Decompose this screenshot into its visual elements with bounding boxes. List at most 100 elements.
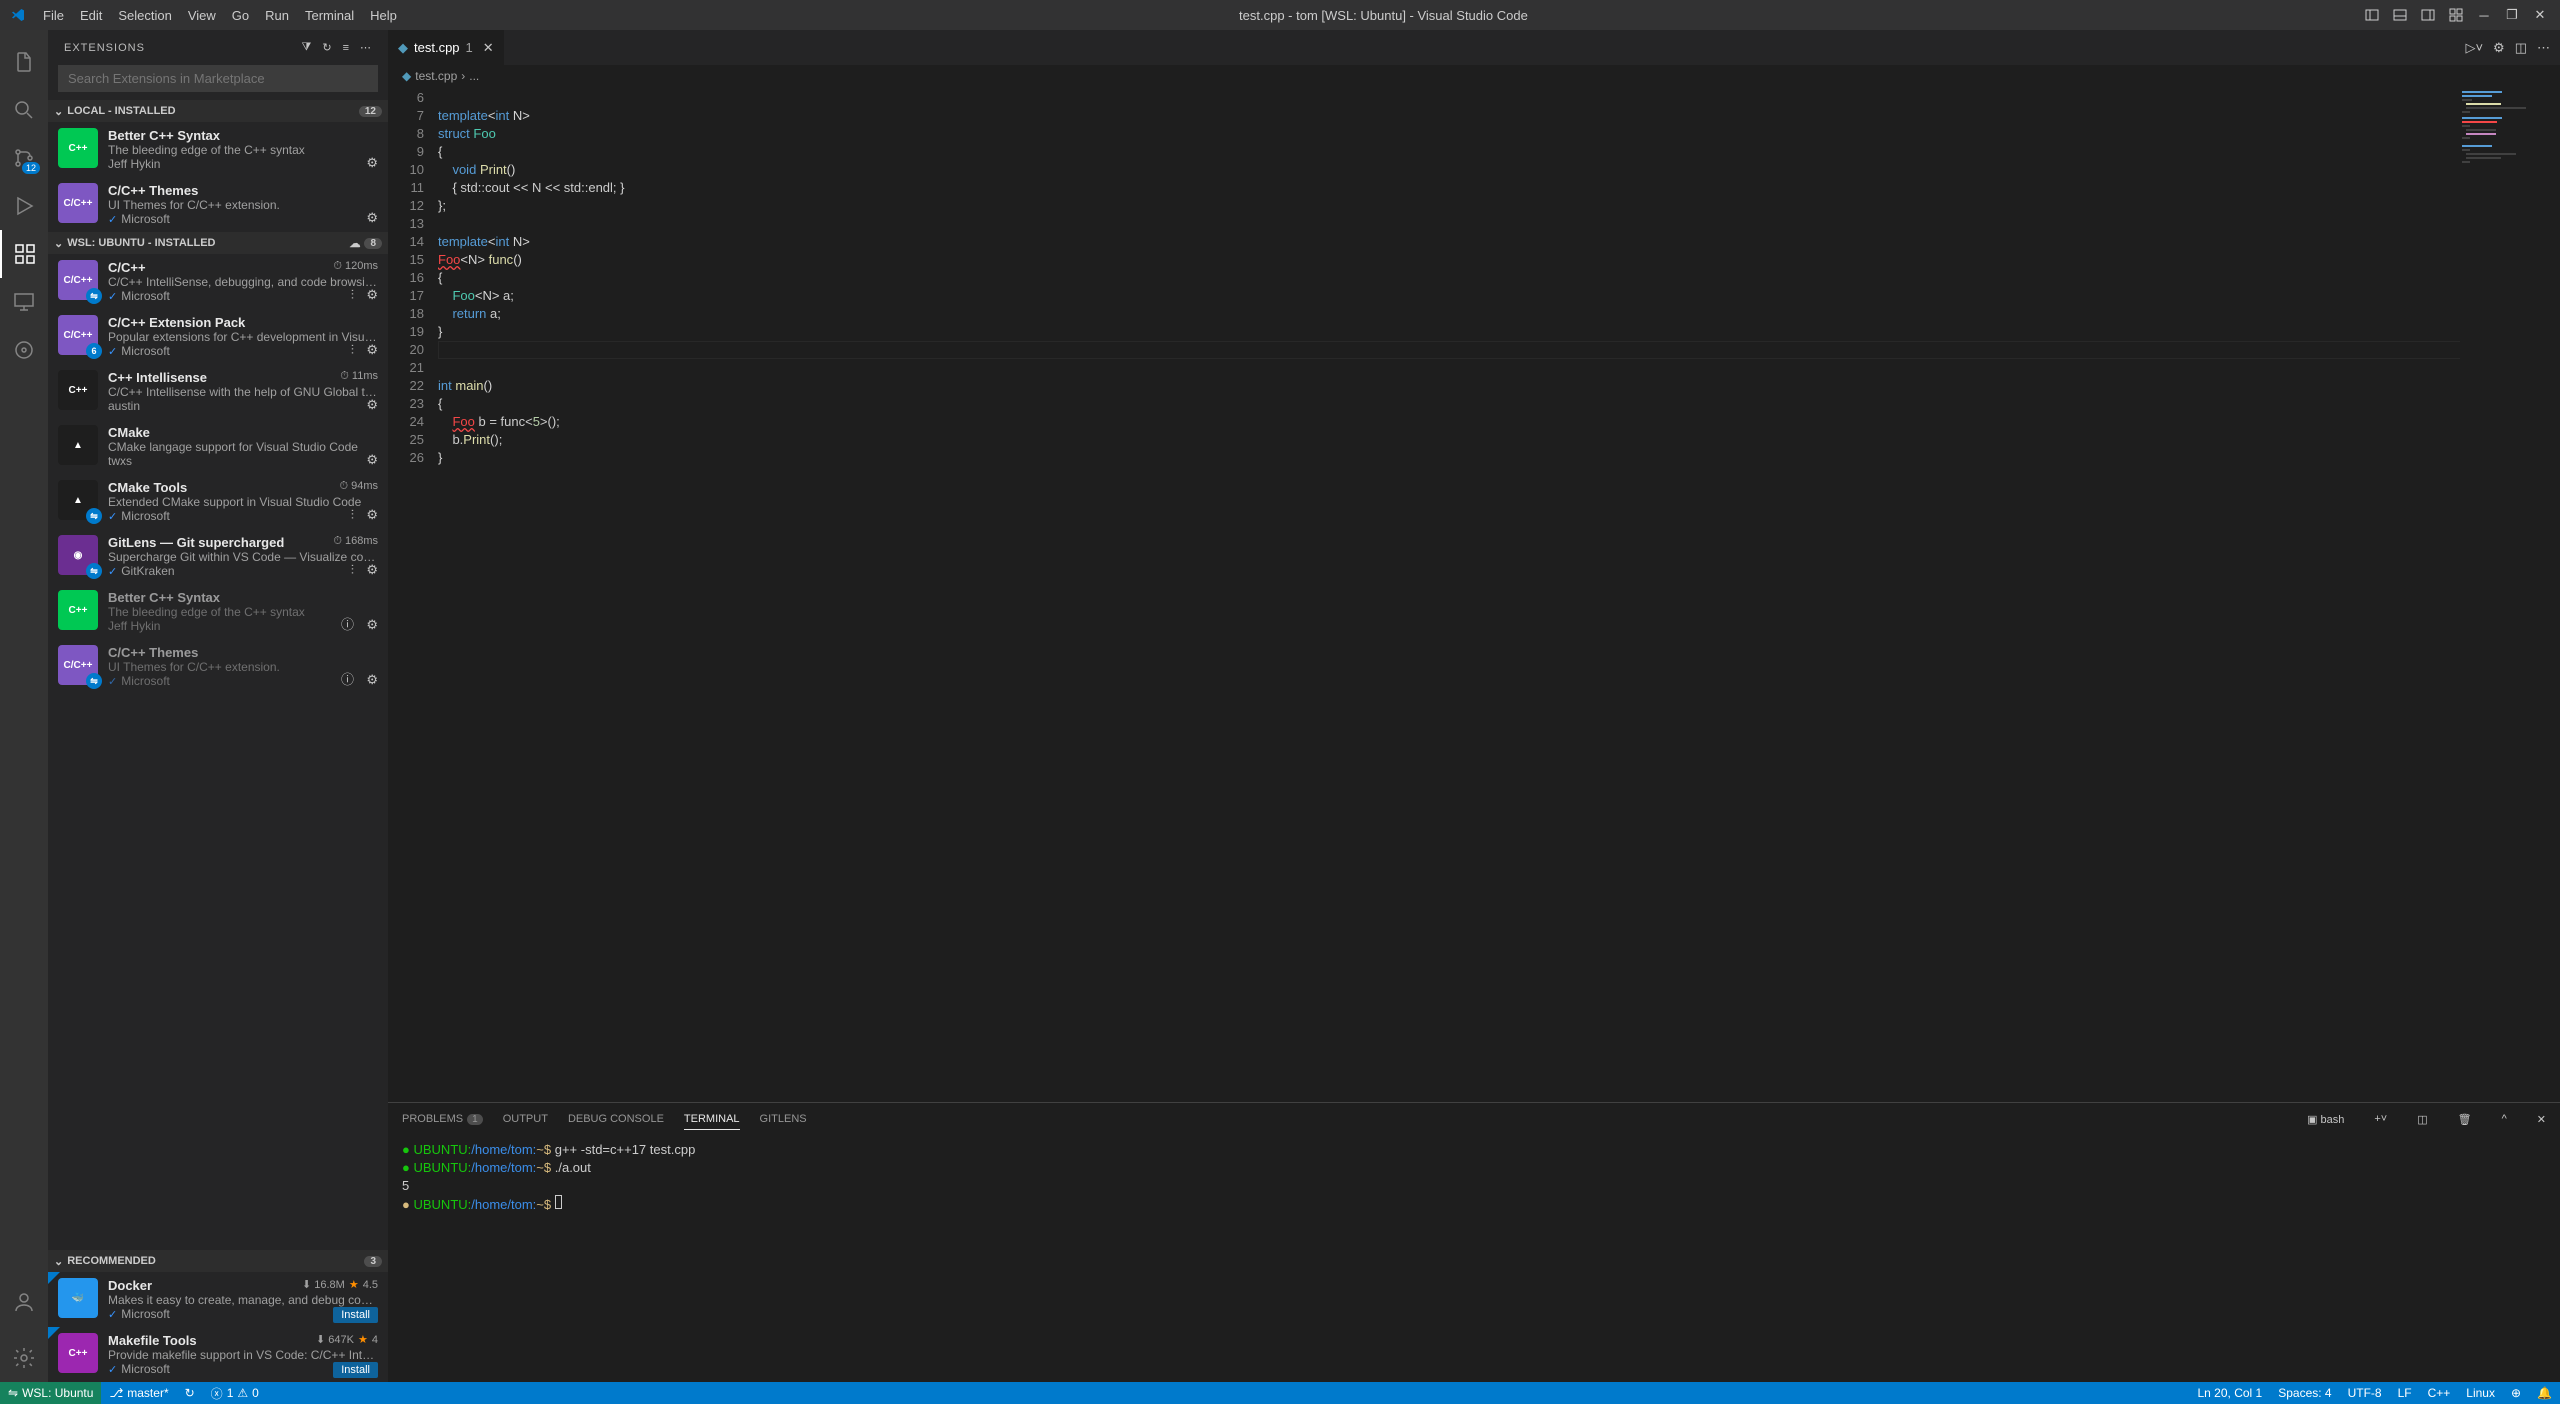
section-local-installed[interactable]: ⌄ LOCAL - INSTALLED 12 bbox=[48, 100, 388, 122]
notifications-icon[interactable]: 🔔 bbox=[2529, 1382, 2560, 1404]
maximize-icon[interactable]: ❐ bbox=[2502, 5, 2522, 25]
code-editor[interactable]: 67891011121314151617181920212223242526 t… bbox=[388, 87, 2560, 1102]
extension-item[interactable]: C++ Makefile Tools Provide makefile supp… bbox=[48, 1327, 388, 1382]
eol[interactable]: LF bbox=[2390, 1382, 2420, 1404]
manage-gear-icon[interactable]: ⚙ bbox=[366, 617, 378, 633]
panel-tab-gitlens[interactable]: GITLENS bbox=[760, 1113, 807, 1125]
split-editor-icon[interactable]: ◫ bbox=[2515, 40, 2527, 56]
menu-help[interactable]: Help bbox=[362, 8, 405, 23]
install-button[interactable]: Install bbox=[333, 1307, 378, 1323]
split-terminal-icon[interactable]: ◫ bbox=[2417, 1113, 2427, 1126]
filter-icon[interactable]: ⧩ bbox=[302, 41, 313, 54]
minimize-icon[interactable]: ─ bbox=[2474, 5, 2494, 25]
manage-gear-icon[interactable]: ⚙ bbox=[366, 210, 378, 226]
remote-install-icon[interactable]: ⫶ bbox=[351, 342, 354, 358]
explorer-icon[interactable] bbox=[0, 38, 48, 86]
extension-item[interactable]: C++ Better C++ Syntax The bleeding edge … bbox=[48, 584, 388, 639]
tab-test-cpp[interactable]: ◆ test.cpp 1 ✕ bbox=[388, 30, 505, 65]
menu-terminal[interactable]: Terminal bbox=[297, 8, 362, 23]
extension-item[interactable]: 🐳 Docker Makes it easy to create, manage… bbox=[48, 1272, 388, 1327]
minimap[interactable] bbox=[2460, 87, 2560, 1102]
extension-item[interactable]: C++ Better C++ Syntax The bleeding edge … bbox=[48, 122, 388, 177]
gitlens-icon[interactable] bbox=[0, 326, 48, 374]
manage-gear-icon[interactable]: ⚙ bbox=[366, 342, 378, 358]
language-mode[interactable]: C++ bbox=[2420, 1382, 2459, 1404]
toggle-panel-icon[interactable] bbox=[2390, 5, 2410, 25]
extension-item[interactable]: ▲⇋ CMake Tools Extended CMake support in… bbox=[48, 474, 388, 529]
new-terminal-icon[interactable]: +˅ bbox=[2374, 1113, 2387, 1125]
encoding[interactable]: UTF-8 bbox=[2340, 1382, 2390, 1404]
tab-close-icon[interactable]: ✕ bbox=[483, 40, 494, 56]
terminal-content[interactable]: ● UBUNTU:/home/tom:~$ g++ -std=c++17 tes… bbox=[388, 1135, 2560, 1382]
remote-explorer-icon[interactable] bbox=[0, 278, 48, 326]
manage-gear-icon[interactable]: ⚙ bbox=[366, 287, 378, 303]
breadcrumb[interactable]: ◆ test.cpp › ... bbox=[388, 65, 2560, 87]
editor-more-icon[interactable]: ⋯ bbox=[2537, 40, 2550, 56]
remote-indicator[interactable]: ⇋WSL: Ubuntu bbox=[0, 1382, 101, 1404]
breadcrumb-item[interactable]: test.cpp bbox=[415, 69, 457, 83]
manage-gear-icon[interactable]: ⚙ bbox=[366, 672, 378, 688]
settings-gear-icon[interactable] bbox=[0, 1334, 48, 1382]
menu-selection[interactable]: Selection bbox=[110, 8, 179, 23]
section-recommended[interactable]: ⌄ RECOMMENDED 3 bbox=[48, 1250, 388, 1272]
maximize-panel-icon[interactable]: ^ bbox=[2502, 1113, 2507, 1125]
code-content[interactable]: template<int N>struct Foo{ void Print() … bbox=[438, 87, 2460, 1102]
indentation[interactable]: Spaces: 4 bbox=[2270, 1382, 2339, 1404]
close-panel-icon[interactable]: ✕ bbox=[2537, 1113, 2546, 1126]
manage-gear-icon[interactable]: ⚙ bbox=[366, 155, 378, 171]
menu-view[interactable]: View bbox=[180, 8, 224, 23]
remote-install-icon[interactable]: ⫶ bbox=[351, 287, 354, 303]
extension-publisher: ✓GitKraken bbox=[108, 564, 378, 578]
feedback-icon[interactable]: ⊕ bbox=[2503, 1382, 2529, 1404]
extension-item[interactable]: C/C++ C/C++ Themes UI Themes for C/C++ e… bbox=[48, 177, 388, 232]
panel-tab-problems[interactable]: PROBLEMS1 bbox=[402, 1113, 483, 1125]
clear-icon[interactable]: ≡ bbox=[343, 42, 350, 54]
info-icon[interactable]: ⓘ bbox=[341, 669, 354, 688]
extension-item[interactable]: C/C++⇋ C/C++ C/C++ IntelliSense, debuggi… bbox=[48, 254, 388, 309]
menu-file[interactable]: File bbox=[35, 8, 72, 23]
extension-item[interactable]: C/C++⇋ C/C++ Themes UI Themes for C/C++ … bbox=[48, 639, 388, 694]
run-button-icon[interactable]: ▷˅ bbox=[2465, 40, 2483, 56]
extension-item[interactable]: ▲ CMake CMake langage support for Visual… bbox=[48, 419, 388, 474]
section-wsl-installed[interactable]: ⌄ WSL: UBUNTU - INSTALLED ☁ 8 bbox=[48, 232, 388, 254]
install-button[interactable]: Install bbox=[333, 1362, 378, 1378]
panel-tab-debug-console[interactable]: DEBUG CONSOLE bbox=[568, 1113, 664, 1125]
info-icon[interactable]: ⓘ bbox=[341, 614, 354, 633]
os-indicator[interactable]: Linux bbox=[2458, 1382, 2503, 1404]
accounts-icon[interactable] bbox=[0, 1278, 48, 1326]
remote-install-icon[interactable]: ⫶ bbox=[351, 562, 354, 578]
manage-gear-icon[interactable]: ⚙ bbox=[366, 452, 378, 468]
extension-item[interactable]: C/C++6 C/C++ Extension Pack Popular exte… bbox=[48, 309, 388, 364]
cloud-download-icon[interactable]: ☁ bbox=[349, 237, 360, 250]
cursor-position[interactable]: Ln 20, Col 1 bbox=[2190, 1382, 2271, 1404]
menu-go[interactable]: Go bbox=[224, 8, 257, 23]
search-icon[interactable] bbox=[0, 86, 48, 134]
manage-gear-icon[interactable]: ⚙ bbox=[366, 507, 378, 523]
extensions-icon[interactable] bbox=[0, 230, 48, 278]
panel-tab-output[interactable]: OUTPUT bbox=[503, 1113, 548, 1125]
terminal-shell-icon[interactable]: ▣ bash bbox=[2307, 1113, 2344, 1126]
git-branch[interactable]: ⎇master* bbox=[101, 1382, 176, 1404]
customize-layout-icon[interactable] bbox=[2446, 5, 2466, 25]
manage-gear-icon[interactable]: ⚙ bbox=[366, 562, 378, 578]
extensions-search-input[interactable] bbox=[58, 65, 378, 92]
run-debug-icon[interactable] bbox=[0, 182, 48, 230]
close-icon[interactable]: ✕ bbox=[2530, 5, 2550, 25]
toggle-secondary-sidebar-icon[interactable] bbox=[2418, 5, 2438, 25]
menu-run[interactable]: Run bbox=[257, 8, 297, 23]
panel-tab-terminal[interactable]: TERMINAL bbox=[684, 1113, 740, 1130]
toggle-primary-sidebar-icon[interactable] bbox=[2362, 5, 2382, 25]
manage-gear-icon[interactable]: ⚙ bbox=[366, 397, 378, 413]
editor-settings-icon[interactable]: ⚙ bbox=[2493, 40, 2505, 56]
extension-item[interactable]: C++ C++ Intellisense C/C++ Intellisense … bbox=[48, 364, 388, 419]
extension-item[interactable]: ◉⇋ GitLens — Git supercharged Supercharg… bbox=[48, 529, 388, 584]
remote-install-icon[interactable]: ⫶ bbox=[351, 507, 354, 523]
problems-status[interactable]: ⓧ1⚠0 bbox=[203, 1382, 267, 1404]
more-icon[interactable]: ⋯ bbox=[360, 41, 372, 54]
menu-edit[interactable]: Edit bbox=[72, 8, 110, 23]
kill-terminal-icon[interactable]: 🗑 bbox=[2458, 1113, 2472, 1126]
sync-changes[interactable]: ↻ bbox=[177, 1382, 203, 1404]
refresh-icon[interactable]: ↻ bbox=[322, 41, 332, 54]
source-control-icon[interactable]: 12 bbox=[0, 134, 48, 182]
breadcrumb-item[interactable]: ... bbox=[469, 69, 479, 83]
